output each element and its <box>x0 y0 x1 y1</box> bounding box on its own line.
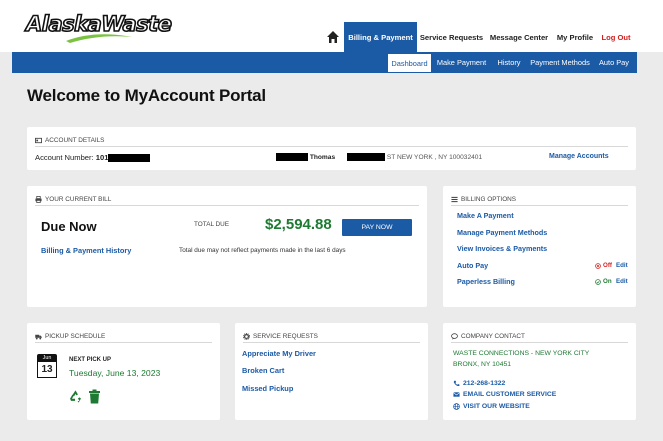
total-due-amount: $2,594.88 <box>265 216 332 233</box>
service-requests-heading: SERVICE REQUESTS <box>243 331 420 343</box>
company-city: BRONX, NY 10451 <box>453 361 512 368</box>
top-header: AlaskaWaste Billing & Payment Service Re… <box>0 0 663 52</box>
next-pickup-label: NEXT PICK UP <box>69 357 112 363</box>
home-icon[interactable] <box>326 30 340 44</box>
next-pickup-date: Tuesday, June 13, 2023 <box>69 368 161 378</box>
sub-navigation: Dashboard Make Payment History Payment M… <box>12 52 637 73</box>
company-contact-heading: COMPANY CONTACT <box>451 331 628 343</box>
calendar-month: Jun <box>37 354 57 362</box>
manage-payment-methods-link[interactable]: Manage Payment Methods <box>457 228 547 237</box>
account-address: ST NEW YORK , NY 100032401 <box>386 153 483 161</box>
account-details-heading-text: ACCOUNT DETAILS <box>45 137 105 144</box>
view-invoices-payments-link[interactable]: View Invoices & Payments <box>457 244 547 253</box>
id-card-icon <box>35 137 42 144</box>
payment-note: Total due may not reflect payments made … <box>179 247 346 254</box>
account-details-card: ACCOUNT DETAILS Account Number: 101 Thom… <box>27 127 636 170</box>
chat-bubble-icon <box>451 333 458 340</box>
auto-pay-status: Off <box>595 262 612 269</box>
account-number-value: 101 <box>95 153 109 162</box>
redacted-block <box>108 154 151 162</box>
nav-billing-payment[interactable]: Billing & Payment <box>344 22 417 52</box>
missed-pickup-link[interactable]: Missed Pickup <box>242 384 293 393</box>
page-title: Welcome to MyAccount Portal <box>27 86 266 105</box>
service-requests-card: SERVICE REQUESTS Appreciate My Driver Br… <box>235 323 428 420</box>
pickup-schedule-heading: PICKUP SCHEDULE <box>35 331 212 343</box>
calendar-icon: Jun 13 <box>37 354 57 378</box>
subnav-make-payment[interactable]: Make Payment <box>434 52 489 73</box>
pickup-schedule-heading-text: PICKUP SCHEDULE <box>45 333 106 340</box>
nav-my-profile[interactable]: My Profile <box>553 22 597 52</box>
visit-website-link[interactable]: VISIT OUR WEBSITE <box>453 403 530 410</box>
appreciate-driver-link[interactable]: Appreciate My Driver <box>242 349 316 358</box>
subnav-history[interactable]: History <box>491 52 527 73</box>
nav-log-out[interactable]: Log Out <box>599 22 633 52</box>
subnav-dashboard[interactable]: Dashboard <box>387 53 432 73</box>
list-icon <box>451 196 458 203</box>
company-contact-heading-text: COMPANY CONTACT <box>461 333 525 340</box>
account-number-label: Account Number: <box>35 153 94 162</box>
company-name: WASTE CONNECTIONS - NEW YORK CITY <box>453 350 590 357</box>
due-now-label: Due Now <box>41 219 97 234</box>
account-number: Account Number: 101 <box>35 153 151 162</box>
pickup-schedule-card: PICKUP SCHEDULE Jun 13 NEXT PICK UP Tues… <box>27 323 220 420</box>
service-requests-heading-text: SERVICE REQUESTS <box>253 333 318 340</box>
off-circle-icon <box>595 262 601 269</box>
globe-icon <box>453 403 460 410</box>
billing-options-heading-text: BILLING OPTIONS <box>461 196 517 203</box>
calendar-day: 13 <box>37 362 57 378</box>
broken-cart-link[interactable]: Broken Cart <box>242 366 284 375</box>
auto-pay-status-text: Off <box>603 262 612 269</box>
pay-now-button[interactable]: PAY NOW <box>342 219 412 236</box>
manage-accounts-link[interactable]: Manage Accounts <box>549 153 609 160</box>
paperless-edit-link[interactable]: Edit <box>616 278 628 285</box>
redacted-block <box>346 153 385 161</box>
current-bill-heading-text: YOUR CURRENT BILL <box>45 196 112 203</box>
total-due-label: TOTAL DUE <box>194 221 230 228</box>
billing-options-heading: BILLING OPTIONS <box>451 194 628 206</box>
company-contact-card: COMPANY CONTACT WASTE CONNECTIONS - NEW … <box>443 323 636 420</box>
subnav-payment-methods[interactable]: Payment Methods <box>528 52 592 73</box>
subnav-auto-pay[interactable]: Auto Pay <box>594 52 634 73</box>
billing-payment-history-link[interactable]: Billing & Payment History <box>41 246 131 255</box>
paperless-status: On <box>595 278 612 285</box>
envelope-icon <box>453 392 460 397</box>
trash-icon <box>89 389 100 404</box>
nav-service-requests[interactable]: Service Requests <box>418 22 485 52</box>
email-link-text: EMAIL CUSTOMER SERVICE <box>463 391 557 398</box>
account-holder-name: Thomas <box>309 153 336 161</box>
auto-pay-label[interactable]: Auto Pay <box>457 261 488 270</box>
paperless-billing-label[interactable]: Paperless Billing <box>457 277 515 286</box>
phone-link[interactable]: 212-268-1322 <box>453 380 505 387</box>
phone-number: 212-268-1322 <box>463 380 506 387</box>
auto-pay-edit-link[interactable]: Edit <box>616 262 628 269</box>
nav-message-center[interactable]: Message Center <box>487 22 551 52</box>
account-holder: Thomas ST NEW YORK , NY 100032401 <box>276 153 482 161</box>
website-link-text: VISIT OUR WEBSITE <box>463 403 530 410</box>
truck-icon <box>35 334 42 340</box>
gear-icon <box>243 333 250 340</box>
billing-options-card: BILLING OPTIONS Make A Payment Manage Pa… <box>443 186 636 307</box>
paperless-status-text: On <box>603 278 612 285</box>
redacted-block <box>276 153 308 161</box>
recycle-icon <box>70 390 81 403</box>
check-circle-icon <box>595 278 601 285</box>
current-bill-heading: YOUR CURRENT BILL <box>35 194 419 206</box>
logo-text: AlaskaWaste <box>25 11 173 37</box>
account-details-heading: ACCOUNT DETAILS <box>35 135 628 147</box>
printer-icon <box>35 196 42 203</box>
phone-icon <box>453 380 460 387</box>
make-a-payment-link[interactable]: Make A Payment <box>457 211 514 220</box>
alaska-waste-logo[interactable]: AlaskaWaste <box>24 8 184 44</box>
email-customer-service-link[interactable]: EMAIL CUSTOMER SERVICE <box>453 391 556 398</box>
current-bill-card: YOUR CURRENT BILL Due Now TOTAL DUE $2,5… <box>27 186 427 307</box>
